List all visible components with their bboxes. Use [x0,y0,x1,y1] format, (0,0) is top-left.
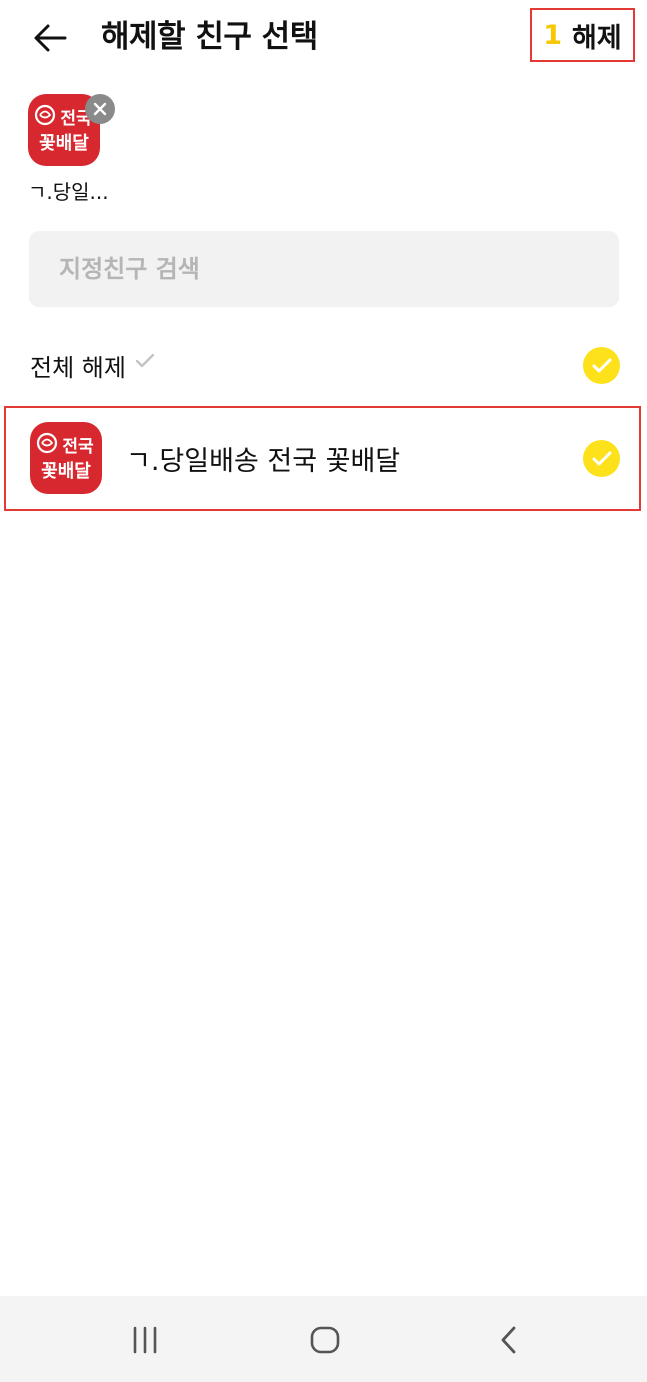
select-all-label: 전체 해제 [30,354,126,382]
search-input[interactable] [57,254,619,284]
home-button[interactable] [305,1320,345,1360]
avatar-text-line2: 꽃배달 [39,133,89,154]
check-icon [135,353,155,368]
check-icon [592,451,611,465]
avatar-text-line1: 전국 [62,437,94,457]
select-all-checkbox[interactable] [583,347,620,384]
select-all-row[interactable]: 전체 해제 [0,330,647,400]
selected-friend-name: ㄱ.당일... [28,180,109,204]
release-label: 해제 [572,22,622,54]
page-title: 해제할 친구 선택 [101,19,318,55]
arrow-left-icon [34,24,67,52]
app-header: 해제할 친구 선택 1 해제 [0,0,647,76]
friend-name: ㄱ.당일배송 전국 꽃배달 [126,446,401,477]
friend-checkbox[interactable] [583,440,620,477]
search-box[interactable] [29,231,619,307]
system-nav-bar [0,1296,647,1382]
avatar-text-line2: 꽃배달 [41,461,91,482]
home-icon [310,1326,340,1354]
recent-apps-icon [133,1326,157,1354]
back-button[interactable] [28,16,72,60]
friend-list-item[interactable]: 전국 꽃배달 ㄱ.당일배송 전국 꽃배달 [4,406,641,511]
chevron-left-icon [501,1326,516,1354]
close-icon [93,102,107,116]
nav-back-button[interactable] [488,1320,528,1360]
recent-apps-button[interactable] [125,1320,165,1360]
avatar: 전국 꽃배달 [30,422,102,494]
remove-selected-button[interactable] [85,94,115,124]
release-count: 1 [543,19,563,51]
check-icon [592,358,611,372]
selected-friend-chip: 전국 꽃배달 ㄱ.당일... [28,94,138,214]
release-button[interactable]: 1 해제 [530,8,635,62]
